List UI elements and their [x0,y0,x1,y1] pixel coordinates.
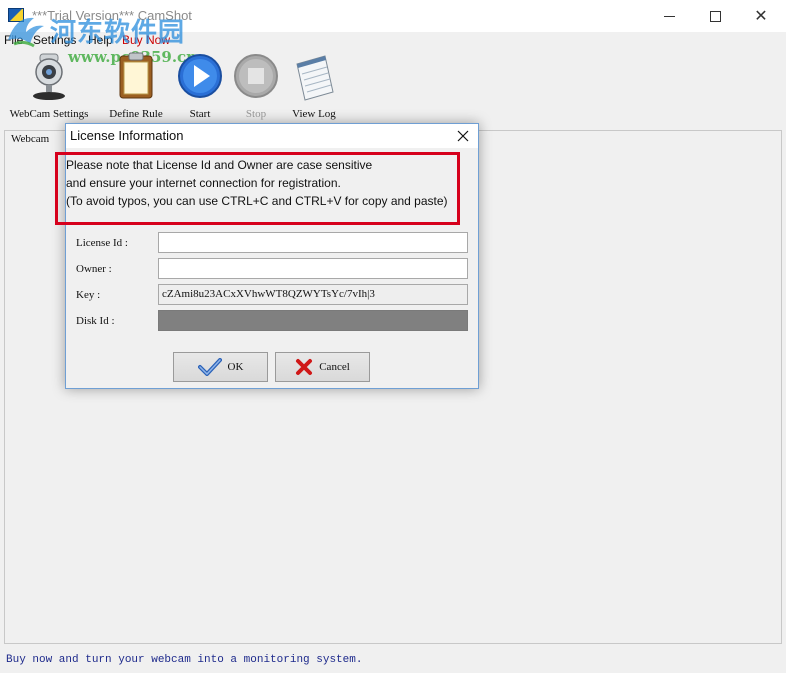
note-highlight-box: Please note that License Id and Owner ar… [55,152,460,225]
view-log-button[interactable]: View Log [286,50,342,120]
owner-input[interactable] [158,258,468,279]
license-dialog: License Information Please note that Lic… [55,123,479,389]
close-icon: ✕ [754,8,768,25]
close-icon [457,130,469,142]
maximize-icon [709,10,721,22]
checkmark-icon [197,358,222,376]
maximize-button[interactable] [692,0,738,32]
key-input[interactable]: cZAmi8u23ACxXVhwWT8QZWYTsYc/7vIh|3 [158,284,468,305]
stop-icon [233,50,279,102]
cancel-button[interactable]: Cancel [275,352,370,382]
note-line-1: Please note that License Id and Owner ar… [66,158,373,172]
webcam-settings-button[interactable]: WebCam Settings [4,50,94,120]
webcam-panel-label: Webcam [11,133,50,145]
start-label: Start [189,108,211,120]
note-line-2: and ensure your internet connection for … [66,176,341,190]
ok-button[interactable]: OK [173,352,268,382]
minimize-icon [663,15,675,17]
cancel-x-icon [296,359,313,375]
watermark-logo-icon [8,17,44,48]
owner-label: Owner : [76,263,112,275]
stop-label: Stop [245,108,267,120]
disk-id-label: Disk Id : [76,315,115,327]
note-line-3: (To avoid typos, you can use CTRL+C and … [66,194,448,208]
play-icon [177,50,223,102]
disk-id-input [158,310,468,331]
define-rule-label: Define Rule [109,108,163,120]
log-notepad-icon [291,50,337,102]
stop-button[interactable]: Stop [232,50,280,120]
ok-label: OK [227,361,244,373]
minimize-button[interactable] [646,0,692,32]
toolbar: WebCam Settings Define Rule Start Stop V… [0,50,786,124]
start-button[interactable]: Start [176,50,224,120]
license-id-label: License Id : [76,237,128,249]
view-log-label: View Log [292,108,336,120]
dialog-title: License Information [70,128,184,143]
watermark-text: 河东软件园 [50,18,186,48]
license-id-input[interactable] [158,232,468,253]
webcam-settings-label: WebCam Settings [9,108,89,120]
cancel-label: Cancel [319,361,350,373]
webcam-icon [26,50,72,102]
define-rule-button[interactable]: Define Rule [102,50,170,120]
dialog-title-bar: License Information [66,124,478,148]
close-button[interactable]: ✕ [738,0,784,32]
status-bar: Buy now and turn your webcam into a moni… [0,650,786,673]
clipboard-icon [113,50,159,102]
dialog-close-button[interactable] [448,124,478,148]
status-message: Buy now and turn your webcam into a moni… [6,654,363,666]
key-label: Key : [76,289,101,301]
